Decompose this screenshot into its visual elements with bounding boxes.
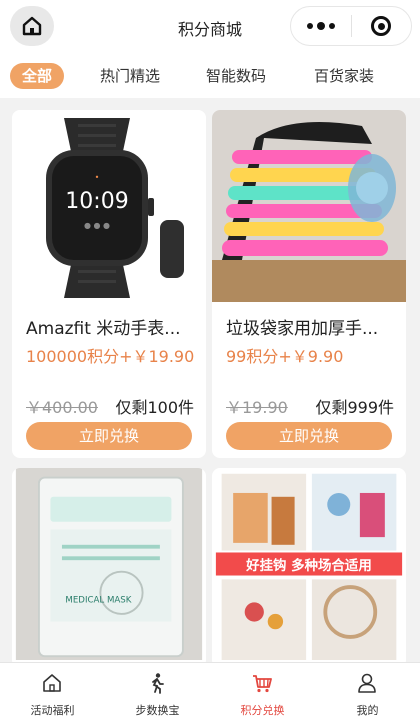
more-button[interactable] (291, 7, 351, 45)
close-target-icon (371, 16, 392, 36)
product-card[interactable]: 10:09 • ● ● ● Amazfit 米动手表... 100000积分+￥… (12, 110, 206, 458)
product-card[interactable]: 好挂钩 多种场合适用 (212, 468, 406, 668)
product-image-masks[interactable]: MEDICAL MASK (12, 468, 206, 660)
svg-text:10:09: 10:09 (65, 189, 128, 214)
product-image-trash-bags[interactable] (212, 110, 406, 302)
stock-count: 仅剩100件 (115, 398, 194, 417)
product-name: 垃圾袋家用加厚手... (226, 319, 379, 339)
stock-count: 仅剩999件 (315, 398, 394, 417)
product-price: 100000积分+￥19.90 (26, 347, 195, 366)
walking-icon (152, 673, 164, 694)
mini-program-capsule (290, 6, 412, 46)
more-dots-icon (306, 22, 335, 30)
tab-home-goods[interactable]: 百货家装 (306, 63, 382, 89)
original-price: ￥19.90 (226, 398, 288, 417)
product-price: 99积分+￥9.90 (226, 347, 344, 366)
home-icon (43, 674, 61, 692)
tab-hot-picks[interactable]: 热门精选 (92, 63, 168, 89)
product-card[interactable]: MEDICAL MASK (12, 468, 206, 668)
nav-label: 步数换宝 (135, 704, 180, 717)
original-price: ￥400.00 (26, 398, 98, 417)
category-tabs: 全部 热门精选 智能数码 百货家装 (0, 54, 420, 98)
top-bar: 积分商城 (0, 0, 420, 54)
nav-points-redeem[interactable]: 积分兑换 (210, 663, 315, 718)
hooks-banner-text: 好挂钩 多种场合适用 (245, 557, 372, 574)
tab-digital[interactable]: 智能数码 (198, 63, 274, 89)
nav-label: 活动福利 (30, 704, 75, 717)
product-image-watch[interactable]: 10:09 • ● ● ● (12, 110, 206, 302)
tab-all[interactable]: 全部 (10, 63, 64, 89)
user-icon (358, 673, 376, 693)
redeem-button[interactable]: 立即兑换 (26, 422, 192, 450)
close-button[interactable] (351, 7, 411, 45)
cart-icon (253, 675, 272, 693)
nav-activity-benefits[interactable]: 活动福利 (0, 663, 105, 718)
bottom-nav: 活动福利 步数换宝 积分兑换 我的 (0, 662, 420, 718)
mask-package-label: MEDICAL MASK (65, 595, 131, 605)
product-name: Amazfit 米动手表... (26, 319, 181, 339)
svg-text:•: • (95, 173, 100, 182)
svg-text:● ● ●: ● ● ● (84, 221, 110, 230)
redeem-button[interactable]: 立即兑换 (226, 422, 392, 450)
product-image-hooks[interactable]: 好挂钩 多种场合适用 (212, 468, 406, 660)
nav-label: 积分兑换 (240, 704, 285, 717)
nav-steps-exchange[interactable]: 步数换宝 (105, 663, 210, 718)
nav-mine[interactable]: 我的 (315, 663, 420, 718)
nav-label: 我的 (356, 704, 379, 717)
product-card[interactable]: 垃圾袋家用加厚手... 99积分+￥9.90 ￥19.90 仅剩999件 立即兑… (212, 110, 406, 458)
